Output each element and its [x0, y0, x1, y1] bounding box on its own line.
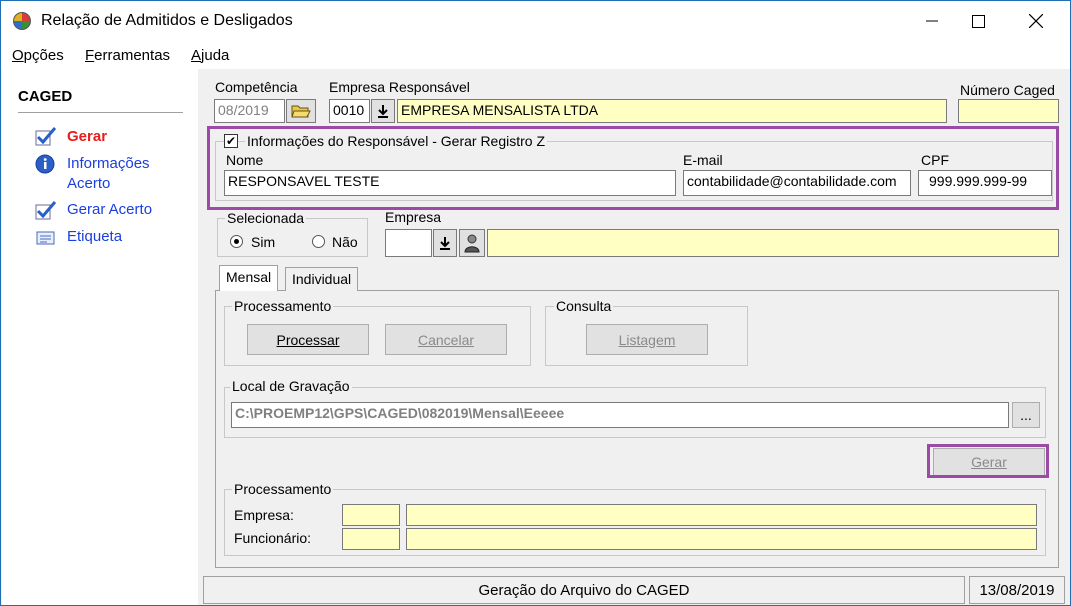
download-arrow-icon: [440, 237, 450, 250]
sim-radio[interactable]: [230, 235, 243, 248]
gerar-highlight-box: [927, 444, 1049, 478]
selecionada-label: Selecionada: [225, 210, 307, 226]
cancelar-button[interactable]: Cancelar: [385, 324, 507, 355]
competencia-label: Competência: [215, 79, 298, 95]
menu-ajuda[interactable]: Ajuda: [191, 47, 229, 64]
empresa-lookup-button[interactable]: [433, 229, 457, 257]
gravacao-path-input[interactable]: C:\PROEMP12\GPS\CAGED\082019\Mensal\Eeee…: [231, 402, 1009, 428]
nao-radio[interactable]: [312, 235, 325, 248]
processar-button-label: Processar: [276, 331, 340, 348]
status-date: 13/08/2019: [969, 576, 1065, 604]
info-icon: [35, 154, 55, 174]
folder-open-button[interactable]: [286, 99, 316, 123]
label-tag-icon: [36, 231, 55, 245]
minimize-button[interactable]: [909, 1, 955, 41]
nao-radio-label: Não: [332, 234, 358, 250]
listagem-button-label: Listagem: [618, 331, 676, 348]
menu-ferramentas[interactable]: Ferramentas: [85, 47, 170, 64]
app-logo-icon: [13, 12, 31, 30]
checklist-icon: [35, 127, 57, 146]
sidebar: CAGED Gerar Informações Acerto Gerar Ace…: [2, 69, 198, 605]
listagem-button[interactable]: Listagem: [586, 324, 708, 355]
empresa-status-name: [406, 504, 1037, 526]
status-message: Geração do Arquivo do CAGED: [203, 576, 965, 604]
sidebar-item-etiqueta[interactable]: Etiqueta: [67, 227, 122, 247]
empresa-code-input[interactable]: [385, 229, 432, 257]
empresa-name-field: [487, 229, 1059, 257]
processamento-title: Processamento: [232, 298, 334, 314]
gravacao-title: Local de Gravação: [230, 378, 352, 394]
app-window: Relação de Admitidos e Desligados Opções…: [0, 0, 1071, 606]
empresa-status-code: [342, 504, 400, 526]
funcionario-status-code: [342, 528, 400, 550]
sidebar-item-acerto[interactable]: Acerto: [67, 174, 110, 194]
empresa-status-label: Empresa:: [234, 507, 294, 523]
empresa-responsavel-name-field: EMPRESA MENSALISTA LTDA: [397, 99, 947, 123]
funcionario-status-label: Funcionário:: [234, 530, 312, 546]
sidebar-divider: [18, 112, 183, 113]
numero-caged-field: [958, 99, 1059, 123]
checklist-icon: [35, 201, 57, 220]
sidebar-title: CAGED: [18, 88, 73, 105]
minimize-icon: [926, 20, 938, 22]
empresa-search-button[interactable]: [459, 229, 485, 257]
responsavel-highlight-box: [207, 126, 1059, 210]
window-title: Relação de Admitidos e Desligados: [41, 12, 293, 29]
sidebar-item-informacoes[interactable]: Informações: [67, 154, 150, 174]
empresa-responsavel-label: Empresa Responsável: [329, 79, 470, 95]
funcionario-status-name: [406, 528, 1037, 550]
sidebar-item-gerar[interactable]: Gerar: [67, 127, 107, 147]
empresa-responsavel-code-input[interactable]: 0010: [329, 99, 370, 123]
tab-mensal[interactable]: Mensal: [219, 265, 279, 291]
empresa-label: Empresa: [385, 209, 442, 225]
person-search-icon: [464, 234, 480, 253]
cancelar-button-label: Cancelar: [417, 331, 475, 348]
download-arrow-icon: [378, 105, 388, 118]
folder-open-icon: [291, 105, 311, 118]
maximize-button[interactable]: [955, 1, 1001, 41]
menu-opcoes[interactable]: Opções: [12, 47, 64, 64]
consulta-title: Consulta: [554, 298, 614, 314]
title-bar: Relação de Admitidos e Desligados: [1, 1, 1070, 41]
processamento-status-title: Processamento: [232, 481, 334, 497]
competencia-input[interactable]: 08/2019: [214, 99, 285, 123]
numero-caged-label: Número Caged: [960, 82, 1055, 98]
browse-folder-button[interactable]: ...: [1012, 402, 1040, 428]
maximize-icon: [971, 14, 985, 28]
processar-button[interactable]: Processar: [247, 324, 369, 355]
sidebar-item-gerar-acerto[interactable]: Gerar Acerto: [67, 200, 152, 220]
menu-bar: Opções Ferramentas Ajuda: [1, 41, 1070, 69]
sim-radio-label: Sim: [251, 234, 276, 250]
close-button[interactable]: [1013, 1, 1059, 41]
close-icon: [1029, 14, 1043, 28]
tab-individual[interactable]: Individual: [285, 267, 359, 291]
empresa-responsavel-lookup-button[interactable]: [371, 99, 395, 123]
